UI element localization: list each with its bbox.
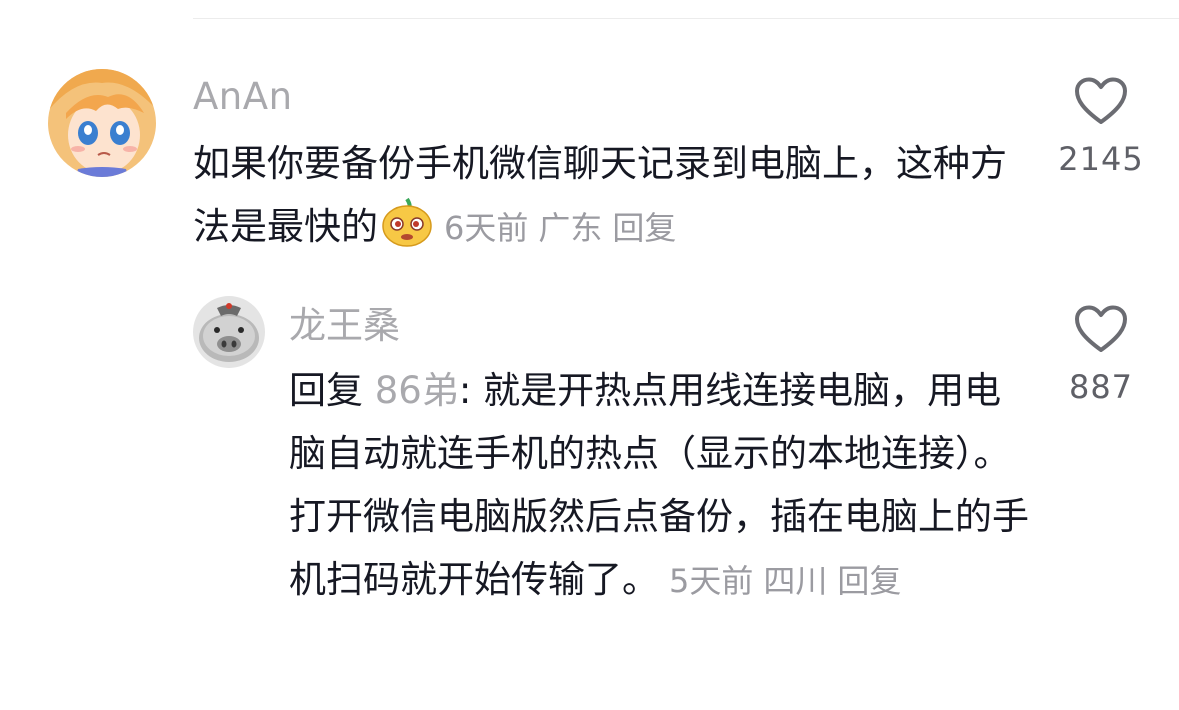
mention-username[interactable]: 86弟 <box>375 369 459 412</box>
comment-time: 6天前 <box>444 209 529 247</box>
heart-outline-icon[interactable] <box>1073 304 1129 354</box>
reply-prefix: 回复 <box>289 369 363 412</box>
top-divider <box>193 18 1179 19</box>
like-count: 887 <box>1068 368 1134 406</box>
comment-location: 广东 <box>538 209 603 247</box>
avatar[interactable] <box>193 296 265 368</box>
comment-meta: 5天前 四川 回复 <box>669 562 911 600</box>
heart-outline-icon[interactable] <box>1073 76 1129 126</box>
comment-location: 四川 <box>763 562 828 600</box>
comment-text: 如果你要备份手机微信聊天记录到电脑上，这种方法是最快的 6天前 广东 回复 <box>193 132 1033 260</box>
username[interactable]: 龙王桑 <box>289 302 400 350</box>
comment-time: 5天前 <box>669 562 754 600</box>
comment-text: 回复 86弟: 就是开热点用线连接电脑，用电脑自动就连手机的热点（显示的本地连接… <box>289 359 1029 613</box>
like-button[interactable]: 2145 <box>1036 76 1166 178</box>
comment-meta: 6天前 广东 回复 <box>444 209 686 247</box>
username[interactable]: AnAn <box>193 73 293 121</box>
avatar[interactable] <box>48 69 156 177</box>
reply-button[interactable]: 回复 <box>837 562 901 600</box>
like-button[interactable]: 887 <box>1036 304 1166 406</box>
reply-button[interactable]: 回复 <box>612 209 676 247</box>
like-count: 2145 <box>1058 140 1144 178</box>
yellow-face-emoji-icon <box>380 195 434 249</box>
